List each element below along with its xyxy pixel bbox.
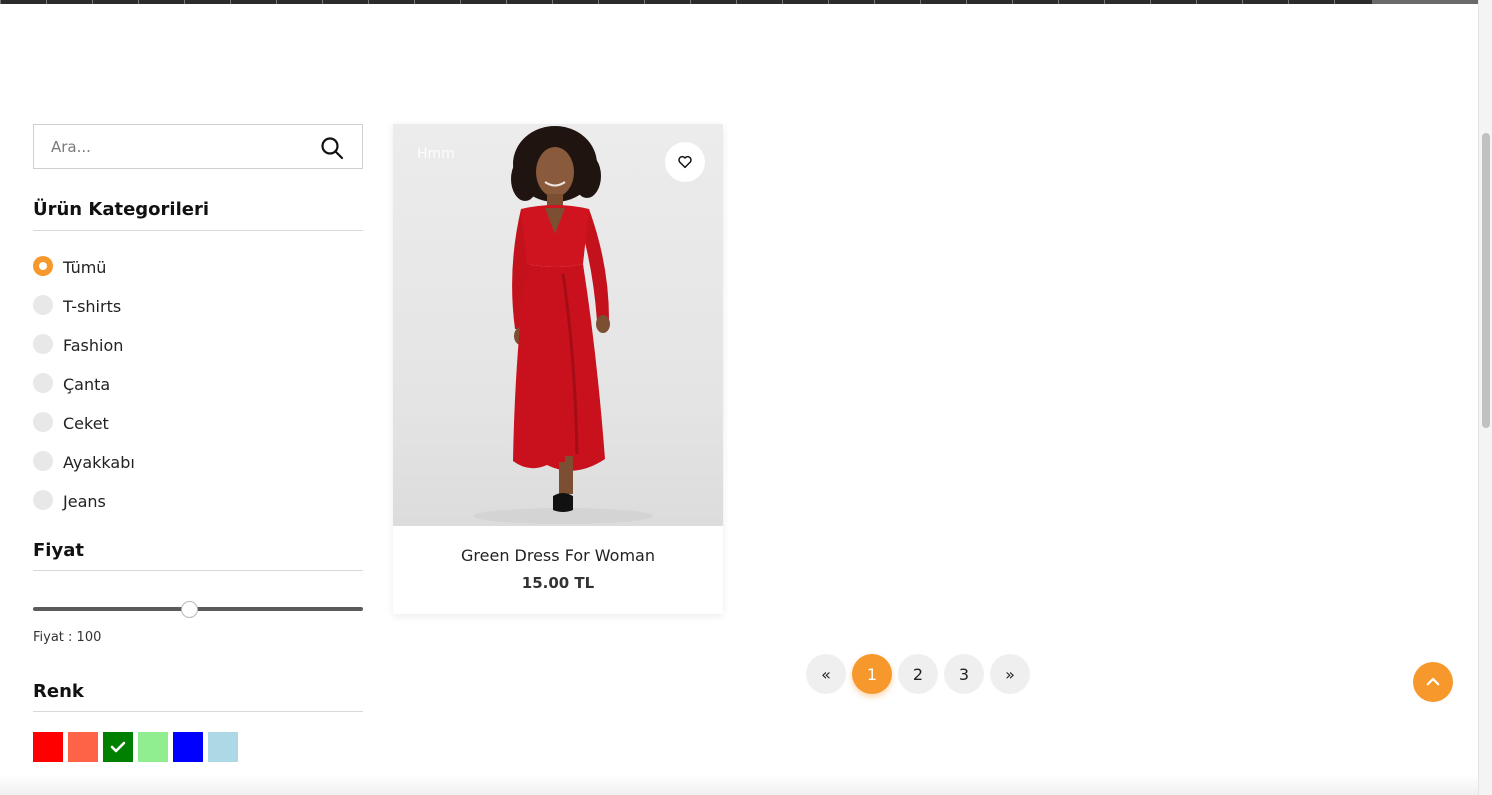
price-slider[interactable] (33, 600, 363, 618)
ruler-tick (1288, 0, 1289, 4)
category-radio[interactable] (33, 255, 53, 276)
bottom-edge-shadow (0, 775, 1478, 795)
price-slider-handle[interactable] (181, 601, 198, 618)
color-swatch[interactable] (33, 732, 63, 762)
ruler-tick (230, 0, 231, 4)
category-label: Ceket (63, 414, 109, 433)
ruler-tick (920, 0, 921, 4)
product-card[interactable]: Hmm Green Dress For Woman 15.00 TL (393, 124, 723, 614)
search-icon[interactable] (320, 136, 344, 160)
category-label: Çanta (63, 375, 111, 394)
category-option[interactable]: Tümü (33, 248, 363, 287)
product-image[interactable]: Hmm (393, 124, 723, 526)
heart-icon (678, 155, 692, 169)
pagination-page-2[interactable]: 2 (898, 654, 938, 694)
ruler-tick (92, 0, 93, 4)
ruler-tick (368, 0, 369, 4)
color-swatch[interactable] (208, 732, 238, 762)
ruler-tick (644, 0, 645, 4)
category-radio[interactable] (33, 489, 53, 510)
favorite-button[interactable] (665, 142, 705, 182)
category-label: Ayakkabı (63, 453, 135, 472)
chevron-up-icon (1426, 677, 1440, 686)
color-title: Renk (33, 681, 84, 702)
price-slider-track[interactable] (33, 607, 363, 611)
ruler-tick (414, 0, 415, 4)
ruler-tick (1058, 0, 1059, 4)
category-label: Tümü (63, 258, 107, 277)
ruler-tick (598, 0, 599, 4)
category-label: Jeans (63, 492, 106, 511)
ruler-tick (1150, 0, 1151, 4)
ruler-tick (138, 0, 139, 4)
ruler-highlight (1372, 0, 1478, 4)
category-option[interactable]: Ceket (33, 404, 363, 443)
scrollbar-thumb[interactable] (1482, 133, 1490, 428)
ruler-tick (736, 0, 737, 4)
ruler-tick (1012, 0, 1013, 4)
product-price: 15.00 TL (521, 574, 595, 592)
color-swatch[interactable] (103, 732, 133, 762)
color-swatch[interactable] (138, 732, 168, 762)
ruler-tick (1242, 0, 1243, 4)
pagination-next-button[interactable]: » (990, 654, 1030, 694)
color-swatch[interactable] (173, 732, 203, 762)
category-option[interactable]: Ayakkabı (33, 443, 363, 482)
color-swatches (33, 732, 243, 762)
top-ruler-strip (0, 0, 1478, 4)
category-option[interactable]: Çanta (33, 365, 363, 404)
category-label: Fashion (63, 336, 124, 355)
ruler-tick (552, 0, 553, 4)
ruler-tick (966, 0, 967, 4)
ruler-tick (0, 0, 1, 4)
pagination-prev-button[interactable]: « (806, 654, 846, 694)
category-radio[interactable] (33, 450, 53, 471)
color-divider (33, 711, 363, 712)
ruler-tick (828, 0, 829, 4)
ruler-tick (322, 0, 323, 4)
search-box (33, 124, 363, 169)
scroll-to-top-button[interactable] (1413, 662, 1453, 702)
category-list: Tümü T-shirts Fashion Çanta Ceket Ayakkabı Jea… (33, 248, 363, 521)
ruler-tick (46, 0, 47, 4)
product-name[interactable]: Green Dress For Woman (393, 546, 723, 565)
search-input[interactable] (34, 125, 304, 168)
page-scrollbar[interactable] (1478, 0, 1492, 795)
categories-divider (33, 230, 363, 231)
product-badge: Hmm (417, 146, 455, 162)
ruler-tick (1104, 0, 1105, 4)
ruler-tick (1196, 0, 1197, 4)
filter-sidebar: Ürün Kategorileri Tümü T-shirts Fashion Çan… (33, 124, 363, 762)
ruler-tick (690, 0, 691, 4)
ruler-tick (874, 0, 875, 4)
ruler-tick (1334, 0, 1335, 4)
ruler-tick (184, 0, 185, 4)
category-label: T-shirts (63, 297, 122, 316)
ruler-tick (782, 0, 783, 4)
categories-title: Ürün Kategorileri (33, 199, 210, 220)
category-option[interactable]: Jeans (33, 482, 363, 521)
category-radio[interactable] (33, 411, 53, 432)
category-option[interactable]: Fashion (33, 326, 363, 365)
category-option[interactable]: T-shirts (33, 287, 363, 326)
price-title: Fiyat (33, 540, 84, 561)
check-icon (110, 741, 126, 753)
price-divider (33, 570, 363, 571)
price-value-label: Fiyat : 100 (33, 630, 102, 645)
category-radio[interactable] (33, 294, 53, 315)
product-photo (473, 126, 653, 524)
pagination: « 1 2 3 » (806, 654, 1036, 694)
ruler-tick (460, 0, 461, 4)
ruler-tick (506, 0, 507, 4)
color-swatch[interactable] (68, 732, 98, 762)
pagination-page-3[interactable]: 3 (944, 654, 984, 694)
category-radio[interactable] (33, 333, 53, 354)
ruler-tick (276, 0, 277, 4)
pagination-page-1[interactable]: 1 (852, 654, 892, 694)
category-radio[interactable] (33, 372, 53, 393)
